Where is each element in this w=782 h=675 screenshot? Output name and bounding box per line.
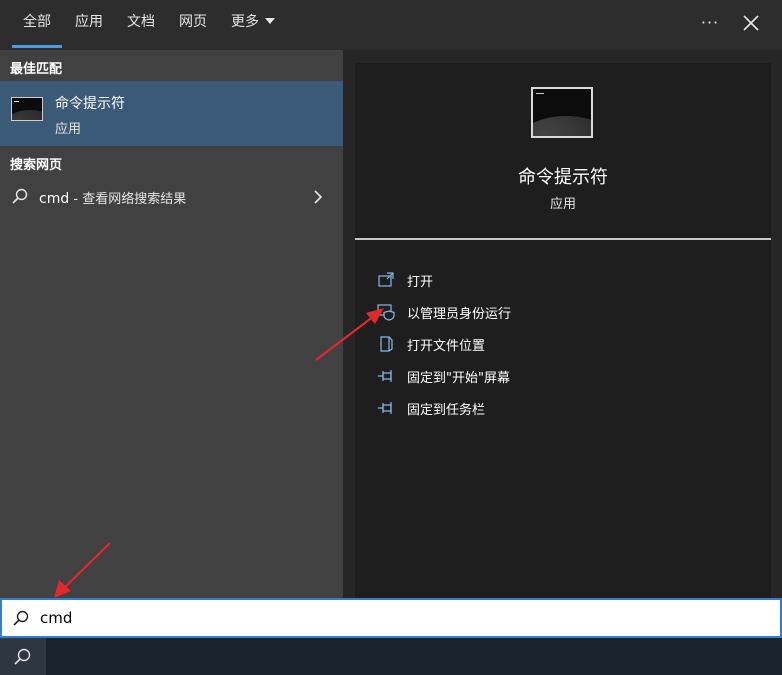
search-icon	[12, 188, 28, 204]
action-run-as-admin-label: 以管理员身份运行	[407, 307, 512, 322]
action-open-label: 打开	[407, 275, 434, 290]
best-match-title: 命令提示符	[55, 96, 125, 112]
search-input[interactable]	[40, 606, 740, 630]
cmd-terminal-icon	[11, 97, 43, 121]
close-icon	[743, 15, 759, 31]
detail-title: 命令提示符	[518, 167, 608, 188]
app-detail-card: 命令提示符 应用 打开 以管理员身份运行 打开文件位置 固定到"开始"屏幕 固定…	[355, 63, 771, 598]
divider	[355, 238, 771, 240]
web-search-suffix: - 查看网络搜索结果	[69, 192, 187, 207]
action-pin-to-taskbar-label: 固定到任务栏	[407, 403, 486, 418]
action-pin-to-start-label: 固定到"开始"屏幕	[407, 371, 510, 386]
best-match-header: 最佳匹配	[10, 62, 63, 77]
best-match-subtitle: 应用	[55, 122, 82, 137]
taskbar-search-button[interactable]	[0, 638, 46, 675]
details-pane: 命令提示符 应用 打开 以管理员身份运行 打开文件位置 固定到"开始"屏幕 固定…	[343, 50, 782, 598]
best-match-item[interactable]: 命令提示符 应用	[0, 81, 343, 146]
tab-apps-label: 应用	[75, 14, 103, 30]
tab-documents-label: 文档	[127, 14, 155, 30]
cmd-terminal-icon	[531, 87, 593, 138]
search-icon	[14, 648, 31, 665]
action-pin-to-start[interactable]: 固定到"开始"屏幕	[377, 364, 757, 388]
taskbar	[0, 638, 782, 675]
more-options-button[interactable]: ···	[694, 8, 726, 38]
results-pane: 最佳匹配 命令提示符 应用 搜索网页 cmd - 查看网络搜索结果	[0, 50, 343, 598]
pin-icon	[378, 370, 392, 382]
search-icon	[13, 610, 29, 626]
caret-down-icon	[265, 18, 275, 24]
action-open[interactable]: 打开	[377, 268, 757, 292]
tab-all[interactable]: 全部	[12, 0, 62, 48]
file-location-icon	[380, 336, 393, 352]
tab-apps[interactable]: 应用	[68, 0, 110, 48]
action-run-as-admin[interactable]: 以管理员身份运行	[377, 300, 757, 324]
tab-more[interactable]: 更多	[224, 0, 282, 48]
pin-icon	[378, 402, 392, 414]
web-search-query: cmd	[39, 191, 70, 207]
tab-documents[interactable]: 文档	[120, 0, 162, 48]
tab-more-label: 更多	[231, 14, 259, 30]
tab-web-label: 网页	[179, 14, 207, 30]
action-open-file-location-label: 打开文件位置	[407, 339, 486, 354]
web-search-result[interactable]: cmd - 查看网络搜索结果	[0, 180, 343, 214]
tab-web[interactable]: 网页	[172, 0, 214, 48]
open-icon	[378, 272, 394, 287]
shield-admin-icon	[377, 304, 395, 321]
web-search-header: 搜索网页	[10, 158, 63, 173]
search-box	[0, 598, 782, 638]
detail-subtitle: 应用	[549, 197, 576, 212]
action-pin-to-taskbar[interactable]: 固定到任务栏	[377, 396, 757, 420]
filter-tab-bar: 全部 应用 文档 网页 更多 ···	[0, 0, 782, 50]
chevron-right-icon	[314, 190, 323, 204]
action-open-file-location[interactable]: 打开文件位置	[377, 332, 757, 356]
tab-all-label: 全部	[23, 14, 51, 30]
web-search-text: cmd - 查看网络搜索结果	[39, 188, 186, 207]
close-button[interactable]	[735, 8, 767, 38]
